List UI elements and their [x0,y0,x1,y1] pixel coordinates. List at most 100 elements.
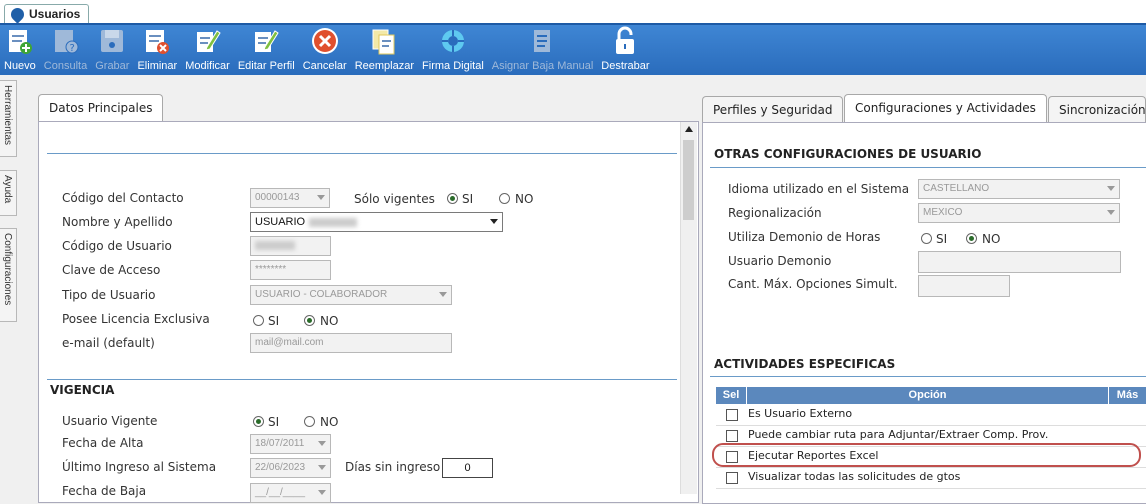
chevron-down-icon [318,465,326,470]
fecha-baja-value: __/__/____ [255,487,306,498]
window-tab-usuarios[interactable]: Usuarios [4,4,90,24]
ultimo-ingreso-label: Último Ingreso al Sistema [62,460,217,474]
scroll-thumb[interactable] [683,140,694,220]
side-tab-herramientas[interactable]: Herramientas [0,80,17,157]
dias-sin-ingreso-label: Días sin ingreso [345,460,441,474]
licencia-si-radio[interactable] [253,315,264,326]
codigo-contacto-select[interactable]: 00000143 [250,188,330,208]
column-mas[interactable]: Más [1109,387,1146,404]
table-row[interactable]: Es Usuario Externo [716,404,1146,426]
row-option-text: Es Usuario Externo [748,407,853,420]
licencia-no-label: NO [320,314,339,328]
row-option-text: Visualizar todas las solicitudes de gtos [748,470,961,483]
tab-datos-principales-label: Datos Principales [49,101,153,115]
idioma-label: Idioma utilizado en el Sistema [728,182,910,196]
redacted-text [309,217,358,227]
actividades-heading: ACTIVIDADES ESPECIFICAS [714,357,896,371]
column-opcion[interactable]: Opción [747,387,1108,404]
codigo-usuario-label: Código de Usuario [62,239,172,253]
tab-sincronizacion[interactable]: Sincronización [1048,96,1146,123]
clave-acceso-field[interactable]: ******** [250,260,331,280]
consulta-button[interactable]: ? Consulta [40,25,91,75]
save-icon [98,26,126,56]
usuario-vigente-si-radio[interactable] [253,416,264,427]
tab-datos-principales[interactable]: Datos Principales [38,94,164,123]
cancelar-button[interactable]: Cancelar [299,25,351,75]
chevron-down-icon [439,292,447,297]
tab-configuraciones-actividades[interactable]: Configuraciones y Actividades [844,94,1047,123]
divider [710,376,1146,377]
clave-acceso-label: Clave de Acceso [62,263,161,277]
consulta-label: Consulta [43,60,88,72]
side-tab-ayuda[interactable]: Ayuda [0,170,17,216]
highlight-box [712,443,1141,467]
codigo-usuario-field[interactable] [250,236,331,256]
nombre-value: USUARIO [255,216,306,228]
side-tab-configuraciones[interactable]: Configuraciones [0,228,17,322]
tab-sincronizacion-label: Sincronización [1059,103,1146,117]
demonio-horas-si-label: SI [936,232,948,246]
codigo-contacto-value: 00000143 [255,192,300,203]
usuario-vigente-no-radio[interactable] [304,416,315,427]
column-mas-label: Más [1116,389,1139,401]
dias-sin-ingreso-field[interactable]: 0 [442,458,493,478]
edit-icon [194,26,222,56]
usuario-vigente-no-label: NO [320,415,339,429]
licencia-no-radio[interactable] [304,315,315,326]
row-checkbox[interactable] [726,430,738,442]
editar-perfil-button[interactable]: Editar Perfil [234,25,299,75]
tipo-usuario-select[interactable]: USUARIO - COLABORADOR [250,285,452,305]
demonio-horas-no-radio[interactable] [966,233,977,244]
fecha-baja-field[interactable]: __/__/____ [250,483,331,503]
codigo-contacto-label: Código del Contacto [62,191,184,205]
scroll-up-icon[interactable] [685,126,693,132]
usuario-vigente-label: Usuario Vigente [62,414,158,428]
idioma-select[interactable]: CASTELLANO [918,179,1120,199]
usuarios-icon [8,5,27,24]
row-checkbox[interactable] [726,472,738,484]
firma-digital-button[interactable]: Firma Digital [418,25,488,75]
modificar-button[interactable]: Modificar [181,25,234,75]
nuevo-button[interactable]: Nuevo [0,25,40,75]
nombre-label: Nombre y Apellido [62,215,173,229]
table-row[interactable]: Visualizar todas las solicitudes de gtos [716,467,1146,489]
usuario-demonio-field[interactable] [918,251,1121,273]
destrabar-label: Destrabar [601,60,650,72]
chevron-down-icon [490,219,498,224]
firma-digital-label: Firma Digital [422,60,484,72]
svg-text:?: ? [69,43,74,54]
row-option-text: Puede cambiar ruta para Adjuntar/Extraer… [748,428,1049,441]
fecha-alta-field[interactable]: 18/07/2011 [250,434,331,454]
asignar-baja-manual-button[interactable]: Asignar Baja Manual [488,25,598,75]
divider [47,153,677,154]
column-sel[interactable]: Sel [716,387,746,404]
eliminar-button[interactable]: Eliminar [133,25,181,75]
tipo-usuario-label: Tipo de Usuario [62,288,156,302]
window-tab-strip [0,0,1146,24]
solo-vigentes-si-radio[interactable] [447,193,458,204]
reemplazar-label: Reemplazar [354,60,415,72]
ultimo-ingreso-field[interactable]: 22/06/2023 [250,458,331,478]
otras-configuraciones-heading: OTRAS CONFIGURACIONES DE USUARIO [714,147,982,161]
unlock-icon [611,26,639,56]
regionalizacion-select[interactable]: MEXICO [918,203,1120,223]
destrabar-button[interactable]: Destrabar [597,25,653,75]
divider [710,167,1146,168]
row-checkbox[interactable] [726,409,738,421]
grabar-button[interactable]: Grabar [91,25,133,75]
idioma-value: CASTELLANO [923,183,990,194]
left-panel-scrollbar[interactable] [680,122,697,494]
regionalizacion-label: Regionalización [728,206,822,220]
chevron-down-icon [318,490,326,495]
divider [47,379,677,380]
dias-sin-ingreso-value: 0 [464,462,471,474]
cant-max-field[interactable] [918,275,1010,297]
cancel-icon [311,26,339,56]
demonio-horas-no-label: NO [982,232,1001,246]
demonio-horas-si-radio[interactable] [921,233,932,244]
reemplazar-button[interactable]: Reemplazar [351,25,418,75]
email-field[interactable]: mail@mail.com [250,333,452,353]
solo-vigentes-no-radio[interactable] [499,193,510,204]
nombre-select[interactable]: USUARIO [250,212,503,232]
tab-perfiles-seguridad[interactable]: Perfiles y Seguridad [702,96,844,123]
